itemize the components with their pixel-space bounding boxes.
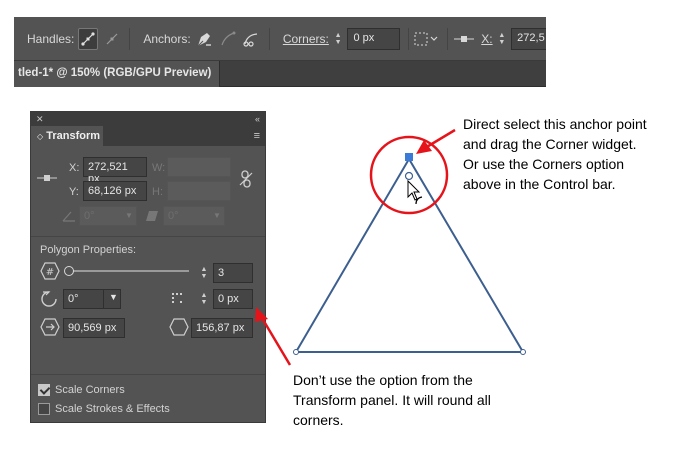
- direct-select-cursor-icon: [407, 179, 421, 201]
- anchor-point-right[interactable]: [520, 349, 526, 355]
- panel-callout-line: Don’t use the option from the: [293, 372, 473, 388]
- corner-widget[interactable]: [404, 171, 414, 181]
- anchor-callout-line: Or use the Corners option: [463, 156, 625, 172]
- arrowhead-panel: [255, 307, 268, 322]
- panel-callout-line: Transform panel. It will round all: [293, 392, 491, 408]
- anchor-callout-line: Direct select this anchor point: [463, 116, 647, 132]
- anchor-callout-line: above in the Control bar.: [463, 176, 616, 192]
- callout-arrow-panel: [260, 317, 292, 366]
- anchor-point-top-selected[interactable]: [405, 153, 413, 161]
- callout-arrow-anchor: [424, 128, 456, 150]
- anchor-callout-line: and drag the Corner widget.: [463, 136, 637, 152]
- panel-callout-text: Don’t use the option from the Transform …: [293, 370, 491, 430]
- anchor-callout-text: Direct select this anchor point and drag…: [463, 114, 647, 194]
- panel-callout-line: corners.: [293, 412, 344, 428]
- anchor-point-left[interactable]: [293, 349, 299, 355]
